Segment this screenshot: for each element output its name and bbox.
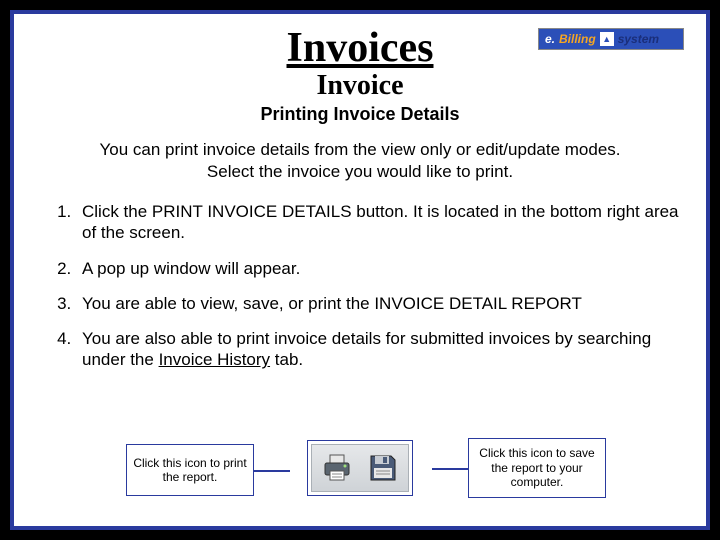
intro-line-1: You can print invoice details from the v…: [36, 139, 684, 161]
steps-list: Click the PRINT INVOICE DETAILS button. …: [36, 201, 684, 371]
step-2: A pop up window will appear.: [76, 258, 684, 279]
section-title: Printing Invoice Details: [36, 104, 684, 125]
step-3: You are able to view, save, or print the…: [76, 293, 684, 314]
callout-print: Click this icon to print the report.: [126, 444, 254, 496]
toolbar: [311, 444, 409, 492]
step-4-post: tab.: [270, 350, 303, 369]
invoice-history-link: Invoice History: [159, 350, 270, 369]
connector-left: [254, 470, 290, 472]
callout-print-text: Click this icon to print the report.: [131, 456, 249, 485]
print-button[interactable]: [319, 450, 355, 486]
ebilling-logo: e. Billing ▲ system: [538, 28, 684, 50]
printer-icon: [321, 452, 353, 484]
intro-line-2: Select the invoice you would like to pri…: [36, 161, 684, 183]
intro-text: You can print invoice details from the v…: [36, 139, 684, 183]
logo-text-billing: Billing: [559, 32, 596, 46]
step-1: Click the PRINT INVOICE DETAILS button. …: [76, 201, 684, 244]
logo-text-system: system: [618, 32, 659, 46]
callout-save-text: Click this icon to save the report to yo…: [473, 446, 601, 489]
logo-triangle-icon: ▲: [600, 32, 614, 46]
toolbar-frame: [307, 440, 413, 496]
page-subtitle: Invoice: [36, 70, 684, 102]
callout-row: Click this icon to print the report.: [36, 434, 684, 508]
floppy-disk-icon: [368, 453, 398, 483]
step-4: You are also able to print invoice detai…: [76, 328, 684, 371]
save-button[interactable]: [365, 450, 401, 486]
slide-frame: e.Billing ▲ system Invoices Invoice Prin…: [10, 10, 710, 530]
callout-save: Click this icon to save the report to yo…: [468, 438, 606, 498]
slide-container: e.Billing ▲ system Invoices Invoice Prin…: [0, 0, 720, 540]
logo-text-e: e.: [545, 32, 555, 46]
connector-right: [432, 468, 468, 470]
